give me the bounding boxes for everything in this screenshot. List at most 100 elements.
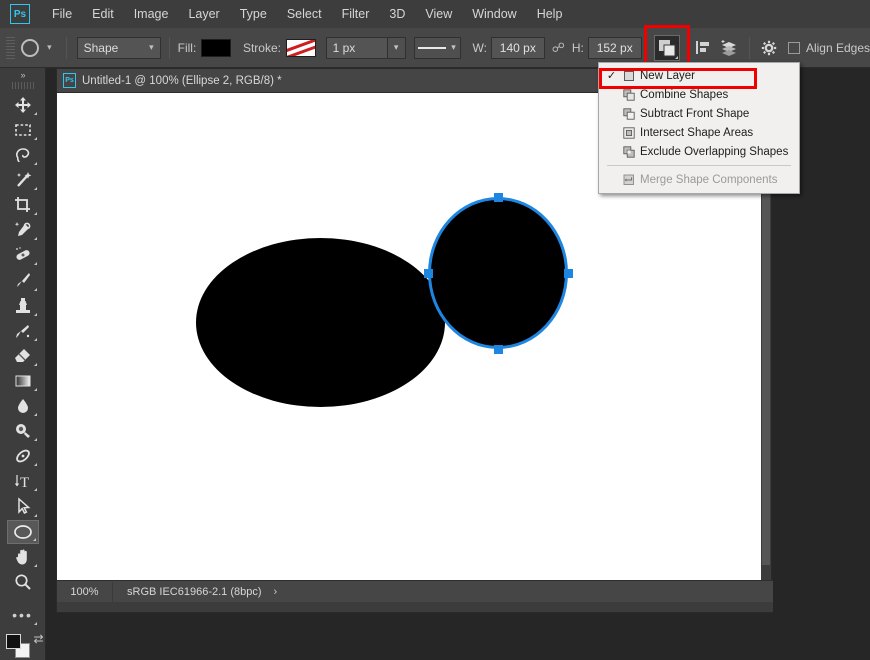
stroke-width-value[interactable]: 1 px: [325, 36, 388, 59]
path-operations-menu: ✓ New Layer Combine Shapes Subtract Fron…: [598, 62, 800, 194]
menu-3d[interactable]: 3D: [379, 3, 415, 25]
more-tools-button[interactable]: •••: [7, 603, 39, 627]
ellipse-tool[interactable]: [6, 519, 39, 544]
menu-item-combine-shapes[interactable]: Combine Shapes: [599, 85, 799, 104]
menu-type[interactable]: Type: [230, 3, 277, 25]
new-layer-icon: [622, 69, 635, 82]
menu-item-new-layer[interactable]: ✓ New Layer: [599, 66, 799, 89]
height-input[interactable]: 152 px: [587, 36, 642, 59]
menu-item-label: Combine Shapes: [640, 88, 729, 101]
foreground-color-swatch[interactable]: [5, 634, 21, 650]
healing-brush-tool[interactable]: [7, 243, 39, 267]
anchor-point-right[interactable]: [564, 269, 573, 278]
magic-wand-tool[interactable]: [7, 168, 39, 192]
rectangular-marquee-tool[interactable]: [7, 118, 39, 142]
path-operations-wrapper: [643, 24, 690, 69]
zoom-level[interactable]: 100%: [57, 581, 113, 602]
swap-colors-icon[interactable]: ⇄: [33, 632, 43, 646]
link-wh-icon[interactable]: ☍: [545, 40, 572, 56]
width-label: W:: [472, 40, 487, 55]
clone-stamp-tool[interactable]: [7, 294, 39, 318]
menu-item-label: Subtract Front Shape: [640, 107, 750, 120]
horizontal-scrollbar[interactable]: [57, 602, 773, 612]
path-arrangement-icon[interactable]: [718, 35, 740, 61]
eyedropper-tool[interactable]: [7, 218, 39, 242]
move-tool[interactable]: [7, 93, 39, 117]
tool-mode-value: Shape: [83, 40, 119, 55]
anchor-point-left[interactable]: [424, 269, 433, 278]
type-tool[interactable]: T: [7, 469, 39, 493]
stroke-style-select[interactable]: ▾: [413, 36, 461, 59]
height-label: H:: [571, 40, 584, 55]
fill-color-swatch[interactable]: [201, 38, 231, 57]
tools-panel: » T ••• ⇄: [0, 68, 46, 660]
align-edges-checkbox[interactable]: Align Edges: [787, 40, 870, 55]
path-alignment-icon[interactable]: [692, 35, 714, 61]
ellipse-shape-1[interactable]: [196, 238, 445, 407]
gear-settings-icon[interactable]: [758, 35, 780, 61]
chevron-down-icon: ▾: [451, 42, 456, 52]
width-input[interactable]: 140 px: [490, 36, 545, 59]
solid-line-icon: [418, 46, 447, 49]
toolbar-grip[interactable]: [11, 81, 34, 89]
merge-shape-components-icon: [622, 173, 635, 186]
photoshop-logo: Ps: [10, 4, 30, 24]
intersect-shape-areas-icon: [622, 126, 635, 139]
menu-edit[interactable]: Edit: [82, 3, 124, 25]
stroke-color-swatch[interactable]: [285, 38, 316, 57]
menu-item-exclude-overlapping-shapes[interactable]: Exclude Overlapping Shapes: [599, 142, 799, 161]
status-expand-arrow-icon[interactable]: ›: [262, 586, 278, 598]
menu-item-merge-shape-components[interactable]: Merge Shape Components: [599, 170, 799, 189]
hand-tool[interactable]: [7, 545, 39, 569]
stroke-width-control[interactable]: 1 px ▾: [325, 36, 406, 59]
anchor-point-top[interactable]: [494, 193, 503, 202]
brush-tool[interactable]: [7, 268, 39, 292]
menu-item-label: Merge Shape Components: [640, 173, 778, 186]
fill-label: Fill:: [177, 40, 197, 55]
checkmark-icon: ✓: [606, 70, 617, 82]
crop-tool[interactable]: [7, 193, 39, 217]
pen-tool[interactable]: [7, 444, 39, 468]
svg-text:T: T: [20, 475, 29, 490]
menu-file[interactable]: File: [42, 3, 82, 25]
menu-image[interactable]: Image: [124, 3, 179, 25]
toolbar-expand-icon[interactable]: »: [0, 68, 45, 82]
menu-filter[interactable]: Filter: [332, 3, 380, 25]
menu-view[interactable]: View: [415, 3, 462, 25]
color-profile-label: sRGB IEC61966-2.1 (8bpc): [127, 585, 262, 598]
menu-help[interactable]: Help: [527, 3, 573, 25]
menu-layer[interactable]: Layer: [178, 3, 229, 25]
divider: [748, 36, 750, 59]
divider: [168, 36, 170, 59]
stroke-width-chevron-down-icon[interactable]: ▾: [387, 36, 406, 59]
path-operations-icon[interactable]: [653, 34, 680, 61]
ellipse-tool-icon[interactable]: [19, 35, 41, 61]
menu-item-label: Exclude Overlapping Shapes: [640, 145, 789, 158]
menu-item-subtract-front-shape[interactable]: Subtract Front Shape: [599, 104, 799, 123]
eraser-tool[interactable]: [7, 344, 39, 368]
tool-mode-select[interactable]: Shape ▾: [76, 36, 161, 59]
tool-preset-chevron-down-icon[interactable]: ▾: [41, 42, 58, 53]
more-tools-dots-icon: •••: [12, 607, 33, 624]
options-bar-grip[interactable]: [6, 36, 15, 59]
checkbox-square-icon[interactable]: [787, 41, 800, 54]
menu-window[interactable]: Window: [462, 3, 526, 25]
divider: [65, 36, 67, 59]
path-selection-tool[interactable]: [7, 494, 39, 518]
dodge-tool[interactable]: [7, 419, 39, 443]
anchor-point-bottom[interactable]: [494, 345, 503, 354]
blur-tool[interactable]: [7, 394, 39, 418]
align-edges-label: Align Edges: [805, 40, 870, 55]
ellipse-shape-2[interactable]: [428, 197, 568, 349]
gradient-tool[interactable]: [7, 369, 39, 393]
menu-item-intersect-shape-areas[interactable]: Intersect Shape Areas: [599, 123, 799, 142]
history-brush-tool[interactable]: [7, 319, 39, 343]
lasso-tool[interactable]: [7, 143, 39, 167]
menu-select[interactable]: Select: [277, 3, 332, 25]
color-swatches[interactable]: ⇄: [5, 632, 44, 660]
combine-shapes-icon: [622, 88, 635, 101]
exclude-overlapping-shapes-icon: [622, 145, 635, 158]
zoom-tool[interactable]: [7, 570, 39, 594]
photoshop-window: Ps File Edit Image Layer Type Select Fil…: [0, 0, 870, 660]
menu-item-label: New Layer: [640, 69, 695, 82]
